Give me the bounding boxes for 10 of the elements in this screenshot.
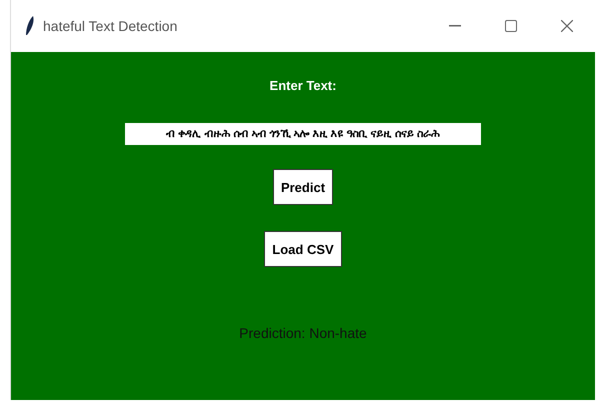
prediction-text: Prediction: Non-hate — [239, 325, 367, 341]
enter-text-label: Enter Text: — [270, 78, 336, 93]
text-input-field[interactable]: ብ ቀዳሊ ብዙሕ ሰብ ኣብ ጎንኺ ኣሎ እዚ እዩ ዓስቢ ናይዚ ሰናይ ስራሕ — [125, 123, 481, 145]
minimize-icon[interactable] — [449, 25, 461, 27]
window-title: hateful Text Detection — [43, 18, 178, 34]
close-icon[interactable] — [561, 20, 573, 32]
maximize-icon[interactable] — [505, 20, 517, 32]
load-csv-button[interactable]: Load CSV — [264, 231, 342, 267]
predict-button[interactable]: Predict — [272, 169, 334, 205]
feather-icon — [25, 16, 35, 36]
